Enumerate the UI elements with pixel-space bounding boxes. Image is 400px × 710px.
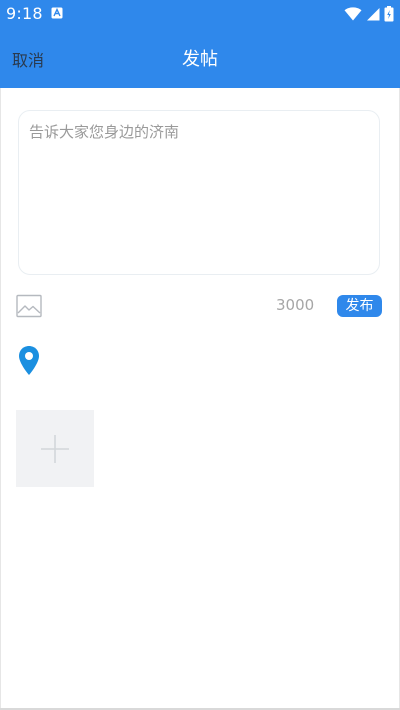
status-time: 9:18 bbox=[6, 4, 43, 23]
status-icons bbox=[344, 5, 394, 23]
top-header: 9:18 取消 发帖 bbox=[0, 0, 400, 88]
plus-icon bbox=[41, 435, 69, 463]
publish-button[interactable]: 发布 bbox=[337, 295, 382, 317]
page-title: 发帖 bbox=[182, 49, 218, 70]
status-bar: 9:18 bbox=[0, 0, 400, 28]
a-notification-icon bbox=[51, 7, 63, 19]
location-pin-icon[interactable] bbox=[18, 345, 40, 376]
char-count: 3000 bbox=[276, 296, 315, 314]
left-border bbox=[0, 88, 1, 708]
add-photo-button[interactable] bbox=[16, 410, 94, 487]
battery-icon bbox=[384, 6, 394, 22]
post-content-box bbox=[18, 110, 380, 275]
image-icon[interactable] bbox=[16, 294, 42, 318]
nav-bar: 取消 发帖 bbox=[0, 28, 400, 88]
wifi-icon bbox=[344, 7, 362, 21]
post-content-input[interactable] bbox=[29, 121, 369, 265]
signal-icon bbox=[367, 8, 380, 21]
